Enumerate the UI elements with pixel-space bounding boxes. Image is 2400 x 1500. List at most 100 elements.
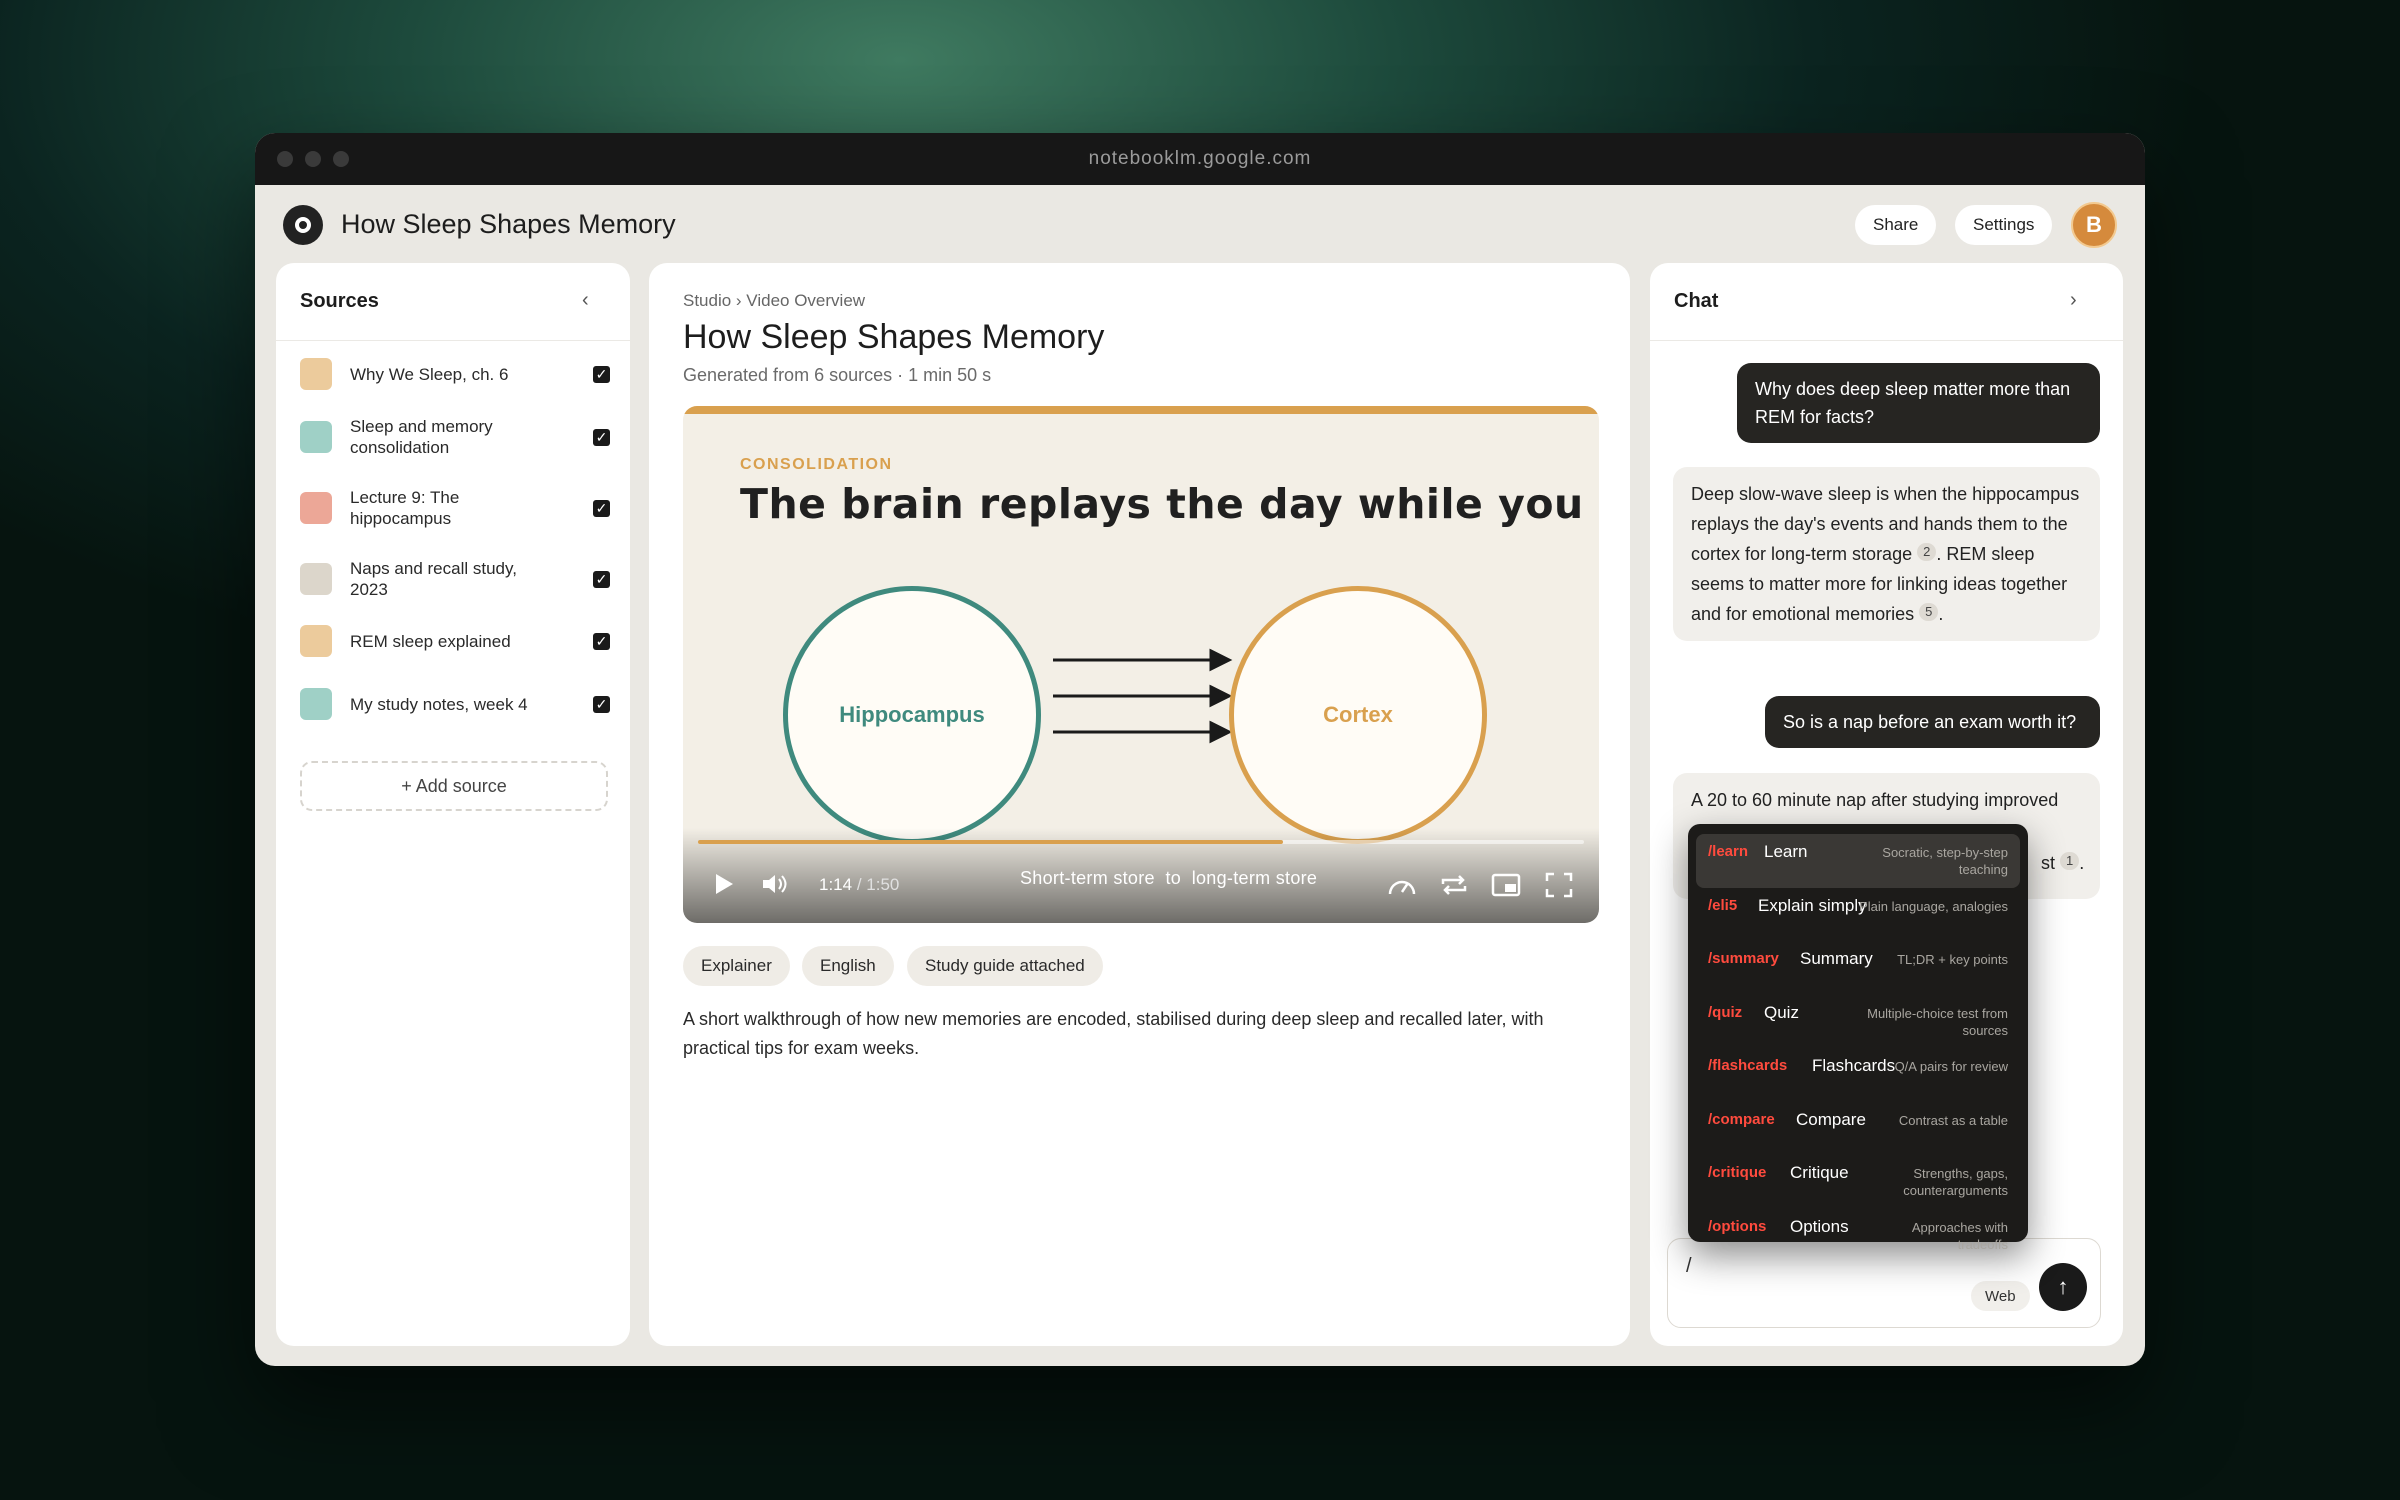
command-item-options[interactable]: /options Options Approaches with tradeof… — [1696, 1209, 2020, 1263]
player-accent-bar — [683, 406, 1599, 414]
command-item-eli5[interactable]: /eli5 Explain simply Plain language, ana… — [1696, 888, 2020, 942]
picture-in-picture-icon[interactable] — [1491, 872, 1521, 898]
citation-badge[interactable]: 2 — [1917, 543, 1937, 561]
caption-mid: to — [1165, 868, 1182, 888]
time-display: 1:14 / 1:50 — [819, 875, 900, 894]
source-checkbox[interactable]: ✓ — [593, 428, 610, 446]
user-message: So is a nap before an exam worth it? — [1765, 696, 2100, 748]
assistant-message: Deep slow-wave sleep is when the hippoca… — [1673, 467, 2100, 641]
address-bar-url[interactable]: notebooklm.google.com — [1089, 148, 1312, 170]
source-color-swatch — [300, 563, 332, 595]
play-icon[interactable] — [713, 872, 735, 896]
format-chip[interactable]: Explainer — [683, 946, 790, 986]
user-message: Why does deep sleep matter more than REM… — [1737, 363, 2100, 443]
chevron-left-icon[interactable]: ‹ — [582, 289, 589, 312]
command-item-critique[interactable]: /critique Critique Strengths, gaps, coun… — [1696, 1155, 2020, 1209]
notebook-logo-icon[interactable] — [283, 205, 323, 245]
command-description: Contrast as a table — [1898, 1112, 2008, 1128]
command-description: Approaches with tradeoffs — [1911, 1219, 2008, 1252]
source-item[interactable]: REM sleep explained ✓ — [300, 625, 610, 657]
command-item-learn[interactable]: /learn Learn Socratic, step-by-step teac… — [1696, 834, 2020, 888]
command-item-summary[interactable]: /summary Summary TL;DR + key points — [1696, 941, 2020, 995]
command-slug: /options — [1708, 1217, 1767, 1235]
source-color-swatch — [300, 358, 332, 390]
command-name: Critique — [1790, 1163, 1849, 1182]
command-description: Q/A pairs for review — [1894, 1059, 2008, 1074]
caption-left: Short-term store — [1020, 868, 1155, 888]
command-slug: /eli5 — [1708, 896, 1738, 914]
language-chip[interactable]: English — [802, 946, 894, 986]
slash-command-menu: /learn Learn Socratic, step-by-step teac… — [1688, 824, 2028, 1252]
source-label: REM sleep explained — [350, 631, 511, 651]
source-color-swatch — [300, 688, 332, 720]
caption-text: Short-term store to long-term store — [1020, 868, 1317, 889]
arrow-up-icon: ↑ — [2057, 1274, 2069, 1299]
source-item[interactable]: Naps and recall study, 2023 ✓ — [300, 558, 610, 600]
sources-panel: Sources ‹ Why We Sleep, ch. 6 ✓ Sleep an… — [276, 263, 630, 1346]
playback-speed-icon[interactable] — [1387, 872, 1417, 898]
hippocampus-node: Hippocampus — [783, 586, 1041, 844]
video-description: A short walkthrough of how new memories … — [683, 1009, 1544, 1058]
avatar[interactable]: B — [2071, 202, 2117, 248]
slide-title: The brain replays the day while you slee… — [740, 480, 1599, 528]
chat-input-value[interactable]: / — [1686, 1255, 1692, 1278]
source-item[interactable]: Sleep and memory consolidation ✓ — [300, 416, 610, 458]
fullscreen-icon[interactable] — [1545, 872, 1573, 898]
video-player[interactable]: CONSOLIDATION The brain replays the day … — [683, 406, 1599, 923]
command-item-compare[interactable]: /compare Compare Contrast as a table — [1696, 1102, 2020, 1156]
source-item[interactable]: Lecture 9: The hippocampus ✓ — [300, 487, 610, 529]
source-checkbox[interactable]: ✓ — [593, 570, 610, 588]
source-color-swatch — [300, 421, 332, 453]
source-label: Naps and recall study, 2023 — [350, 559, 517, 599]
chat-title: Chat — [1674, 290, 1719, 312]
cortex-label: Cortex — [1323, 702, 1393, 727]
player-controls: 1:14 / 1:50 Short-term store to long-ter… — [683, 828, 1599, 923]
slide-kicker: CONSOLIDATION — [740, 456, 893, 473]
volume-icon[interactable] — [761, 872, 791, 896]
command-slug: /compare — [1708, 1110, 1775, 1128]
video-title: How Sleep Shapes Memory — [683, 318, 1105, 356]
command-slug: /learn — [1708, 843, 1749, 860]
loop-icon[interactable] — [1439, 872, 1469, 898]
add-source-button[interactable]: + Add source — [300, 761, 608, 811]
source-label: Sleep and memory consolidation — [350, 417, 493, 457]
share-button[interactable]: Share — [1855, 205, 1937, 245]
study-guide-chip[interactable]: Study guide attached — [907, 946, 1103, 986]
command-item-flashcards[interactable]: /flashcards Flashcards Q/A pairs for rev… — [1696, 1048, 2020, 1102]
app-header: How Sleep Shapes Memory Share Settings B — [255, 185, 2145, 263]
command-description: Socratic, step-by-step teaching — [1882, 845, 2008, 877]
chevron-right-icon[interactable]: › — [2070, 289, 2077, 312]
web-search-toggle[interactable]: Web — [1971, 1281, 2030, 1311]
notebook-title: How Sleep Shapes Memory — [341, 209, 676, 239]
sources-title: Sources — [300, 290, 379, 312]
send-button[interactable]: ↑ — [2039, 1263, 2087, 1311]
command-slug: /quiz — [1708, 1003, 1743, 1021]
source-checkbox[interactable]: ✓ — [593, 695, 610, 713]
breadcrumb: Studio › Video Overview — [683, 291, 866, 310]
assistant-text-tail: st 1. — [2041, 848, 2084, 878]
current-time: 1:14 — [819, 875, 853, 894]
citation-badge[interactable]: 1 — [2060, 852, 2080, 870]
source-label: My study notes, week 4 — [350, 694, 528, 714]
chat-header: Chat › — [1650, 263, 2123, 341]
command-name: Quiz — [1764, 1002, 1799, 1022]
source-item[interactable]: Why We Sleep, ch. 6 ✓ — [300, 358, 610, 390]
minimize-window-button[interactable] — [305, 151, 321, 167]
citation-badge[interactable]: 5 — [1919, 603, 1939, 621]
command-name: Learn — [1764, 842, 1808, 861]
command-description: Multiple-choice test from sources — [1867, 1005, 2008, 1038]
settings-button[interactable]: Settings — [1955, 205, 2053, 245]
source-checkbox[interactable]: ✓ — [593, 632, 610, 650]
source-label: Why We Sleep, ch. 6 — [350, 364, 509, 384]
source-checkbox[interactable]: ✓ — [593, 499, 610, 517]
progress-bar[interactable] — [698, 840, 1584, 844]
command-name: Compare — [1796, 1109, 1866, 1129]
command-item-quiz[interactable]: /quiz Quiz Multiple-choice test from sou… — [1696, 995, 2020, 1049]
source-label: Lecture 9: The hippocampus — [350, 488, 460, 528]
source-item[interactable]: My study notes, week 4 ✓ — [300, 688, 610, 720]
maximize-window-button[interactable] — [333, 151, 349, 167]
source-color-swatch — [300, 492, 332, 524]
source-checkbox[interactable]: ✓ — [593, 365, 610, 383]
close-window-button[interactable] — [277, 151, 293, 167]
cortex-node: Cortex — [1229, 586, 1487, 844]
